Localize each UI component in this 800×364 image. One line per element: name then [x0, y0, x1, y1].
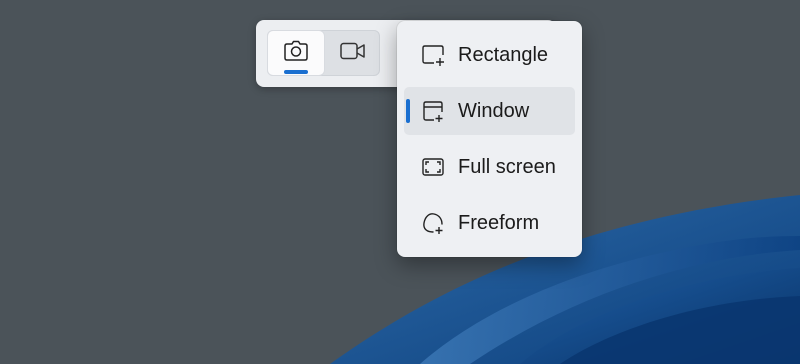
freeform-snip-icon — [421, 211, 445, 235]
menu-item-label: Rectangle — [458, 44, 549, 66]
record-mode-button[interactable] — [325, 31, 381, 75]
fullscreen-snip-icon — [421, 155, 445, 179]
camera-icon — [284, 40, 308, 67]
menu-item-window[interactable]: Window — [404, 87, 575, 135]
menu-item-freeform[interactable]: Freeform — [404, 199, 575, 247]
menu-item-label: Full screen — [458, 156, 556, 178]
capture-mode-toggle — [267, 30, 380, 76]
menu-item-rectangle[interactable]: Rectangle — [404, 31, 575, 79]
menu-item-label: Freeform — [458, 212, 540, 234]
window-snip-icon — [421, 99, 445, 123]
video-camera-icon — [340, 41, 366, 66]
snip-shape-menu: Rectangle Window Full screen Freeform — [397, 21, 582, 257]
rectangle-snip-icon — [421, 43, 445, 67]
menu-item-label: Window — [458, 100, 530, 122]
snip-mode-button[interactable] — [268, 31, 324, 75]
menu-item-full-screen[interactable]: Full screen — [404, 143, 575, 191]
selected-indicator — [406, 99, 410, 123]
active-mode-indicator — [284, 70, 308, 74]
